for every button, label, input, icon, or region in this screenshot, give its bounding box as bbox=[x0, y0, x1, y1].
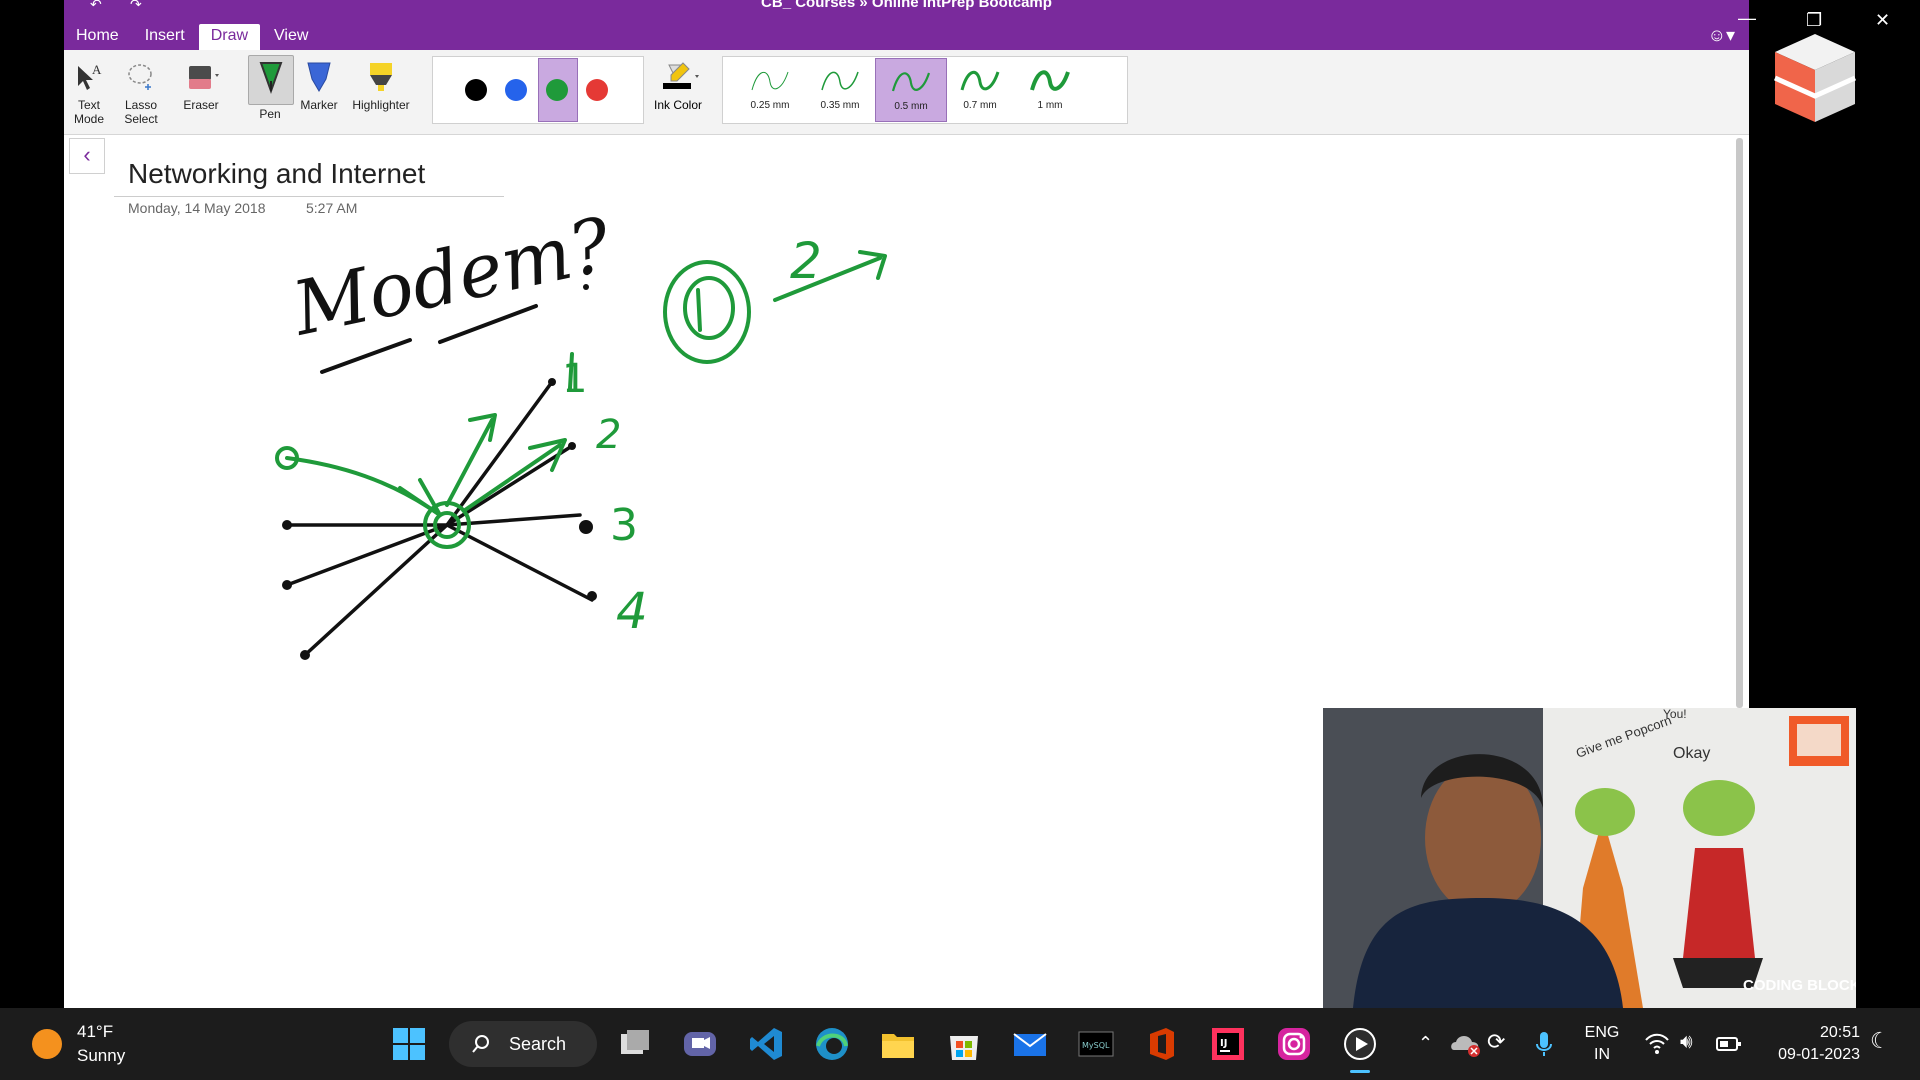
coding-blocks-cube-logo bbox=[1773, 34, 1857, 122]
wall-text-okay: Okay bbox=[1673, 745, 1710, 762]
microphone-icon[interactable] bbox=[1534, 1030, 1554, 1058]
port-label-2: 2 bbox=[596, 412, 621, 458]
search-label: Search bbox=[509, 1034, 567, 1054]
edge-browser-icon[interactable] bbox=[814, 1026, 850, 1062]
language-secondary: IN bbox=[1594, 1046, 1610, 1063]
wifi-icon[interactable] bbox=[1644, 1030, 1670, 1056]
volume-icon[interactable]: 🔊︎ bbox=[1680, 1031, 1693, 1053]
port-label-3: 3 bbox=[610, 500, 638, 551]
side-note: 2 bbox=[790, 232, 822, 290]
svg-text:MySQL: MySQL bbox=[1082, 1041, 1110, 1050]
sync-icon[interactable]: ⟳ bbox=[1487, 1031, 1505, 1053]
battery-icon[interactable] bbox=[1716, 1034, 1742, 1054]
weather-description[interactable]: Sunny bbox=[77, 1046, 125, 1066]
webcam-overlay: Give me Popcorn Okay You! CODING BLOCKS bbox=[1323, 708, 1856, 1008]
do-not-disturb-moon-icon[interactable]: ☾ bbox=[1870, 1030, 1890, 1052]
media-player-icon[interactable] bbox=[1342, 1026, 1378, 1062]
clock-date: 09-01-2023 bbox=[1778, 1046, 1860, 1063]
clock-time: 20:51 bbox=[1819, 1024, 1860, 1041]
sun-icon[interactable] bbox=[32, 1029, 62, 1059]
search-icon bbox=[472, 1035, 489, 1053]
active-app-indicator bbox=[1350, 1070, 1370, 1073]
svg-text:IJ: IJ bbox=[1220, 1038, 1227, 1049]
restore-button[interactable]: ❐ bbox=[1806, 10, 1822, 31]
instagram-icon[interactable] bbox=[1276, 1026, 1312, 1062]
vscode-icon[interactable] bbox=[748, 1026, 784, 1062]
teams-chat-icon[interactable] bbox=[682, 1026, 718, 1062]
task-view-icon[interactable] bbox=[617, 1026, 653, 1062]
weather-temperature[interactable]: 41°F bbox=[77, 1022, 113, 1042]
port-label-1: 1 bbox=[562, 356, 587, 402]
mysql-workbench-icon[interactable]: MySQL bbox=[1078, 1026, 1114, 1062]
minimize-button[interactable]: — bbox=[1738, 8, 1756, 29]
show-hidden-icons-chevron-icon[interactable]: ⌃ bbox=[1418, 1032, 1433, 1054]
mail-icon[interactable] bbox=[1012, 1026, 1048, 1062]
ink-port-labels: 1 2 3 4 2 bbox=[562, 232, 822, 640]
webcam-brand: CODING BLOCKS bbox=[1743, 977, 1856, 994]
close-button[interactable]: ✕ bbox=[1875, 10, 1890, 31]
taskbar-search-button[interactable]: Search bbox=[449, 1021, 597, 1067]
office-icon[interactable] bbox=[1144, 1026, 1180, 1062]
webcam-feed: Give me Popcorn Okay You! CODING BLOCKS bbox=[1323, 708, 1856, 1008]
intellij-icon[interactable]: IJ bbox=[1210, 1026, 1246, 1062]
onedrive-error-icon[interactable] bbox=[1450, 1030, 1482, 1058]
port-label-4: 4 bbox=[616, 582, 648, 640]
language-primary: ENG bbox=[1584, 1024, 1620, 1041]
file-explorer-icon[interactable] bbox=[880, 1026, 916, 1062]
microsoft-store-icon[interactable] bbox=[946, 1026, 982, 1062]
input-language-indicator[interactable]: ENG IN bbox=[1580, 1022, 1624, 1066]
wall-text-you: You! bbox=[1663, 708, 1687, 721]
windows-start-icon[interactable] bbox=[391, 1026, 427, 1062]
taskbar-clock[interactable]: 20:51 09-01-2023 bbox=[1760, 1022, 1860, 1066]
ink-heading: Modem? bbox=[284, 201, 619, 353]
